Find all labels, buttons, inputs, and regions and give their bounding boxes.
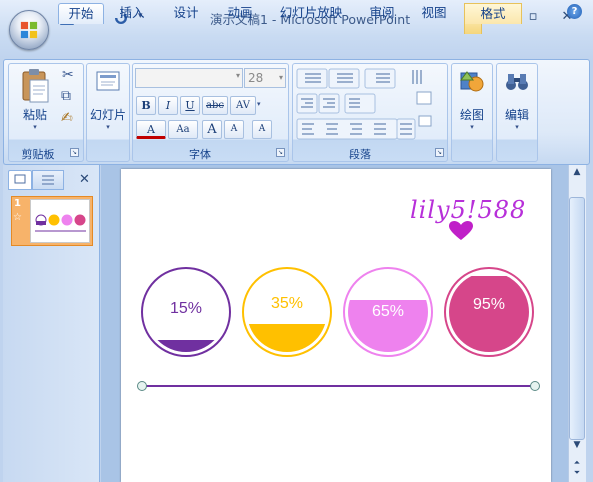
new-slide-button[interactable]: 幻灯片	[86, 106, 130, 123]
paragraph-group-label: 段落	[349, 148, 371, 161]
slide-thumbnail-image	[30, 199, 90, 243]
scrollbar-thumb[interactable]	[569, 197, 585, 440]
ribbon-tab-row	[0, 36, 593, 60]
percent-label-15: 15%	[169, 300, 203, 317]
maximize-button[interactable]: ▫	[518, 6, 548, 28]
tab-insert[interactable]: 插入	[114, 3, 150, 24]
format-painter-icon[interactable]: ✍	[61, 110, 73, 126]
tab-format[interactable]: 格式	[464, 3, 522, 24]
drawing-shapes-icon[interactable]	[459, 70, 485, 94]
tab-slideshow[interactable]: 幻灯片放映	[276, 3, 346, 24]
clear-format-button[interactable]: A	[252, 120, 272, 139]
font-name-combo[interactable]: ▾	[135, 68, 243, 88]
heart-icon	[449, 221, 473, 240]
copy-icon[interactable]: ⧉	[61, 88, 71, 104]
binoculars-icon[interactable]	[504, 70, 530, 94]
office-button[interactable]	[9, 10, 49, 50]
drawing-button[interactable]: 绘图	[451, 106, 493, 123]
office-logo-icon	[20, 21, 38, 39]
font-color-button[interactable]: A	[136, 120, 166, 139]
font-name-dropdown-icon[interactable]: ▾	[236, 71, 240, 80]
paste-icon[interactable]	[18, 68, 52, 104]
grow-font-button[interactable]: A	[202, 120, 222, 139]
line-end-handle[interactable]	[530, 381, 540, 391]
outline-tab[interactable]	[32, 170, 64, 190]
percent-label-95: 95%	[472, 296, 506, 313]
next-slide-icon[interactable]: ⏷	[570, 468, 584, 478]
drawing-dropdown-icon[interactable]: ▾	[451, 123, 493, 131]
char-spacing-button[interactable]: AV	[230, 96, 256, 115]
char-spacing-dropdown-icon[interactable]: ▾	[257, 100, 261, 108]
tab-home[interactable]: 开始	[58, 3, 104, 24]
scroll-down-icon[interactable]: ▼	[570, 440, 584, 454]
font-size-combo[interactable]: 28 ▾	[244, 68, 286, 88]
new-slide-icon[interactable]	[95, 70, 121, 92]
tab-animation[interactable]: 动画	[222, 3, 258, 24]
slide-number: 1	[14, 198, 21, 209]
editing-dropdown-icon[interactable]: ▾	[496, 123, 538, 131]
font-size-dropdown-icon[interactable]: ▾	[279, 69, 283, 87]
new-slide-dropdown-icon[interactable]: ▾	[86, 123, 130, 131]
italic-button[interactable]: I	[158, 96, 178, 115]
editing-button[interactable]: 编辑	[496, 106, 538, 123]
clipboard-group-label: 剪贴板	[21, 148, 55, 161]
paragraph-launcher-icon[interactable]: ↘	[435, 148, 444, 157]
strikethrough-button[interactable]: abc	[202, 96, 228, 115]
previous-slide-icon[interactable]: ⏶	[570, 458, 584, 468]
percent-label-65: 65%	[371, 303, 405, 320]
scroll-up-icon[interactable]: ▲	[570, 167, 584, 181]
clipboard-launcher-icon[interactable]: ↘	[70, 148, 79, 157]
outline-view-icon	[42, 175, 54, 185]
help-button[interactable]: ?	[567, 4, 582, 19]
paragraph-buttons[interactable]	[296, 68, 446, 142]
tab-design[interactable]: 设计	[168, 3, 204, 24]
close-pane-icon[interactable]: ✕	[79, 172, 90, 187]
tab-review[interactable]: 审阅	[364, 3, 400, 24]
shrink-font-button[interactable]: A	[224, 120, 244, 139]
line-start-handle[interactable]	[137, 381, 147, 391]
font-launcher-icon[interactable]: ↘	[276, 148, 285, 157]
percent-label-35: 35%	[270, 295, 304, 312]
slides-tab[interactable]	[8, 170, 32, 190]
font-group-label: 字体	[189, 148, 211, 161]
tab-view[interactable]: 视图	[416, 3, 452, 24]
percent-circles	[137, 267, 540, 391]
paste-dropdown-icon[interactable]: ▾	[18, 123, 52, 131]
paste-button[interactable]: 粘贴	[18, 106, 52, 123]
slides-view-icon	[14, 174, 26, 184]
bold-button[interactable]: B	[136, 96, 156, 115]
change-case-button[interactable]: Aa	[168, 120, 198, 139]
font-size-value: 28	[248, 71, 264, 85]
cut-icon[interactable]: ✂	[62, 67, 74, 83]
underline-button[interactable]: U	[180, 96, 200, 115]
slide-transition-icon: ☆	[13, 212, 22, 223]
